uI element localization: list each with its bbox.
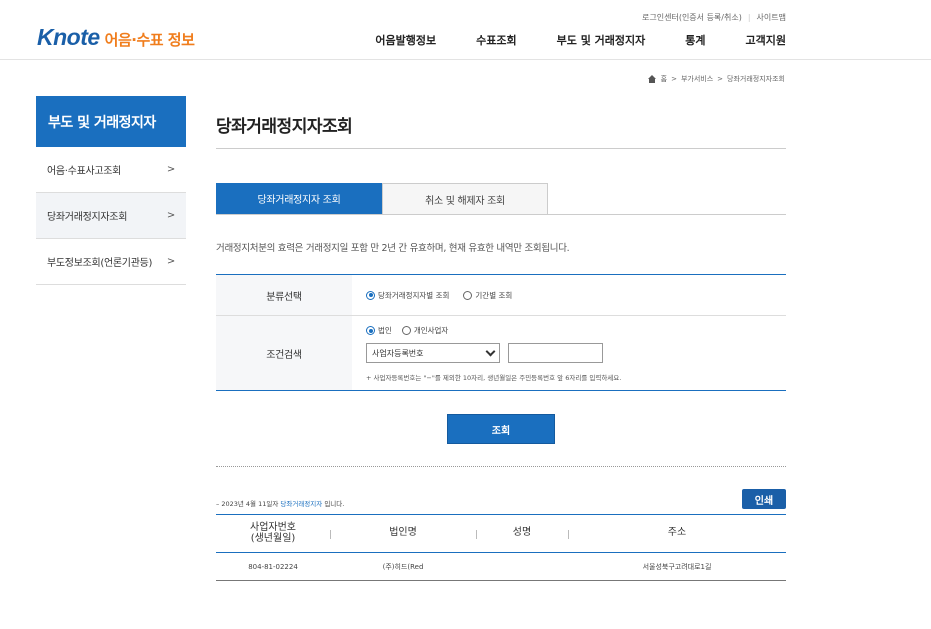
chevron-down-icon [485, 346, 496, 356]
condition-label: 조건검색 [216, 316, 352, 390]
radio-individual-business[interactable]: 개인사업자 [401, 325, 448, 336]
sidebar-item-suspended-lookup[interactable]: 당좌거래정지자조회 > [36, 193, 186, 239]
form-row-condition: 조건검색 법인 개인사업자 사업자등록번호 + 사업자등록번호는 "−"를 제외… [216, 316, 786, 390]
sidebar-title: 부도 및 거래정지자 [36, 96, 186, 147]
sitemap-link[interactable]: 사이트맵 [757, 12, 786, 23]
gnb-item-support[interactable]: 고객지원 [746, 32, 786, 48]
breadcrumb-separator: > [717, 75, 724, 83]
col-header-address: 주소 [568, 515, 786, 552]
category-label: 분류선택 [216, 275, 352, 315]
sidebar-menu: 어음·수표사고조회 > 당좌거래정지자조회 > 부도정보조회(언론기관등) > [36, 147, 186, 285]
tab-cancelled-lookup[interactable]: 취소 및 해제자 조회 [382, 183, 548, 214]
dotted-divider [216, 466, 786, 467]
table-row[interactable]: 804-81-02224 (주)히드(Red 서울성북구고려대로1길 [216, 553, 786, 580]
radio-checked-icon [366, 326, 375, 335]
cell-biz-no: 804-81-02224 [248, 562, 298, 571]
site-logo[interactable]: Knote 어음·수표 정보 [37, 24, 195, 51]
breadcrumb-separator: > [671, 75, 677, 83]
breadcrumb: 홈 > 부가서비스 > 당좌거래정지자조회 [647, 74, 785, 84]
tab-suspended-lookup[interactable]: 당좌거래정지자 조회 [216, 183, 382, 214]
cell-corp-name: (주)히드(Red [382, 562, 424, 571]
col-header-corp-name: 법인명 [330, 515, 476, 552]
search-form: 분류선택 당좌거래정지자별 조회 기간별 조회 조건검색 법인 개인사업자 사업… [216, 274, 786, 391]
col-header-person-name: 성명 [476, 515, 568, 552]
radio-unchecked-icon [401, 326, 411, 335]
sidebar-item-label: 당좌거래정지자조회 [47, 212, 128, 223]
gnb-item-statistics[interactable]: 통계 [685, 32, 705, 48]
radio-unchecked-icon [463, 290, 473, 300]
search-button[interactable]: 조회 [447, 414, 555, 444]
print-button[interactable]: 인쇄 [742, 489, 786, 509]
chevron-right-icon: > [166, 256, 175, 267]
form-row-category: 분류선택 당좌거래정지자별 조회 기간별 조회 [216, 275, 786, 316]
gnb-item-bill-issue[interactable]: 어음발행정보 [375, 32, 436, 48]
sidebar-item-label: 부도정보조회(언론기관등) [47, 258, 153, 269]
title-divider [216, 148, 786, 149]
login-center-link[interactable]: 로그인센터(인증서 등록/취소) [642, 12, 742, 23]
sidebar-item-label: 어음·수표사고조회 [47, 166, 122, 177]
search-input[interactable] [508, 343, 603, 363]
radio-checked-icon [366, 290, 375, 300]
page-title: 당좌거래정지자조회 [216, 117, 353, 137]
gnb-item-check-lookup[interactable]: 수표조회 [476, 32, 516, 48]
gnb-item-default[interactable]: 부도 및 거래정지자 [557, 32, 646, 48]
chevron-right-icon: > [166, 210, 175, 221]
cell-person-name [476, 553, 568, 580]
radio-by-suspended[interactable]: 당좌거래정지자별 조회 [366, 290, 449, 301]
table-header: 사업자번호 (생년월일) 법인명 성명 주소 [216, 515, 786, 553]
global-nav: 어음발행정보 수표조회 부도 및 거래정지자 통계 고객지원 [375, 32, 786, 48]
sidebar-item-accident-lookup[interactable]: 어음·수표사고조회 > [36, 147, 186, 193]
sidebar-item-default-info[interactable]: 부도정보조회(언론기관등) > [36, 239, 186, 285]
result-table: 사업자번호 (생년월일) 법인명 성명 주소 804-81-02224 (주)히드… [216, 514, 786, 581]
breadcrumb-home[interactable]: 홈 [661, 74, 667, 84]
breadcrumb-current: 당좌거래정지자조회 [727, 75, 785, 83]
result-date-text: – 2023년 4월 11일자 당좌거래정지자 입니다. [216, 500, 345, 508]
notice-text: 거래정지처분의 효력은 거래정지일 포함 만 2년 간 유효하며, 현재 유효한… [216, 243, 570, 254]
utility-links: 로그인센터(인증서 등록/취소) | 사이트맵 [642, 12, 786, 23]
select-value: 사업자등록번호 [372, 348, 424, 358]
logo-brand: Knote [37, 24, 100, 50]
cell-address: 서울성북구고려대로1길 [642, 562, 712, 571]
site-header: Knote 어음·수표 정보 로그인센터(인증서 등록/취소) | 사이트맵 어… [0, 0, 931, 60]
search-type-select[interactable]: 사업자등록번호 [366, 343, 500, 363]
breadcrumb-extra-services[interactable]: 부가서비스 [681, 74, 713, 84]
radio-by-period[interactable]: 기간별 조회 [463, 290, 512, 301]
chevron-right-icon: > [166, 164, 175, 175]
radio-corporation[interactable]: 법인 [366, 325, 392, 336]
tab-bar: 당좌거래정지자 조회 취소 및 해제자 조회 [216, 183, 786, 215]
home-icon[interactable] [647, 74, 657, 84]
col-header-biz-no: 사업자번호 (생년월일) [250, 522, 296, 544]
util-separator: | [747, 13, 751, 22]
logo-subtitle: 어음·수표 정보 [104, 31, 195, 49]
input-hint: + 사업자등록번호는 "−"를 제외한 10자리, 생년월일은 주민등록번호 앞… [366, 374, 622, 382]
